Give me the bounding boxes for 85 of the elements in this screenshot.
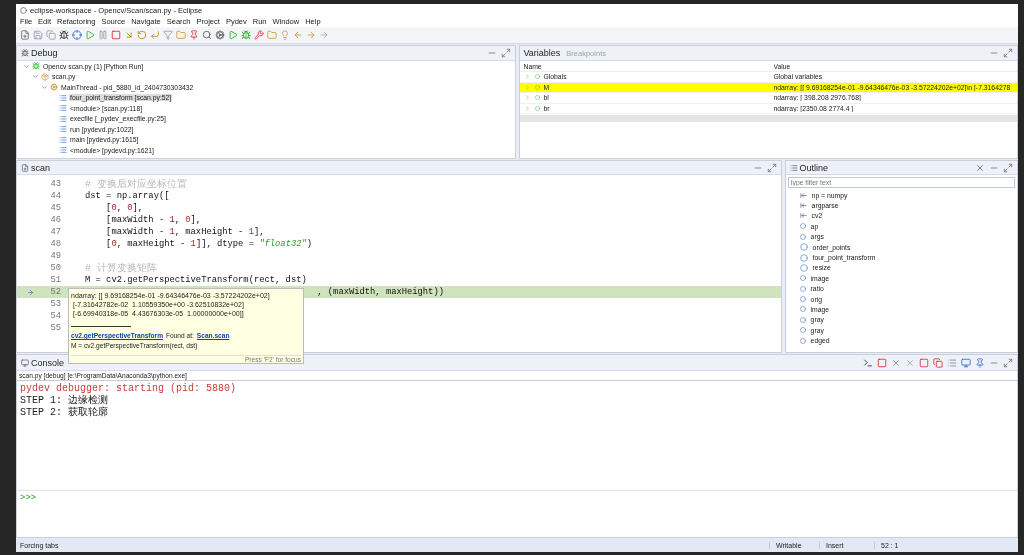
scrollbar[interactable]: [519, 115, 1017, 122]
list-icon: [59, 146, 67, 155]
forward-icon[interactable]: [319, 30, 329, 40]
debug-icon[interactable]: [241, 30, 251, 40]
copy-icon[interactable]: [933, 357, 943, 368]
bulb-icon[interactable]: [280, 30, 290, 40]
console-line: pydev debugger: starting (pid: 5880): [20, 383, 238, 395]
monitor-icon[interactable]: [961, 357, 971, 368]
dot-icon: [534, 74, 540, 80]
code-line: [maxWidth - 1, maxHeight - 1],: [105, 227, 265, 237]
line-number: 43: [49, 179, 61, 189]
line-number: 44: [49, 191, 61, 201]
search-icon[interactable]: [202, 30, 212, 40]
code-line: dst = np.array([: [85, 191, 170, 201]
console-prompt: >>>: [20, 493, 37, 503]
bug-icon: [32, 62, 40, 71]
close-icon[interactable]: [975, 162, 985, 173]
list-icon[interactable]: [947, 357, 957, 368]
bug-icon[interactable]: [59, 30, 69, 40]
maximize-icon[interactable]: [766, 162, 777, 173]
code-comment: # 计算变换矩阵: [85, 261, 157, 275]
terminal-icon[interactable]: [863, 357, 873, 368]
code-line: , (maxWidth, maxHeight)): [317, 287, 444, 297]
line-number: 46: [49, 215, 61, 225]
outline-icon: [789, 163, 798, 172]
line-number: 52: [49, 287, 61, 297]
outline-tab[interactable]: Outline: [789, 162, 829, 173]
file-icon: [21, 163, 29, 172]
folder-icon[interactable]: [267, 30, 277, 40]
dot-icon: [534, 95, 540, 101]
filter-icon[interactable]: [163, 30, 173, 40]
new-file-icon[interactable]: [20, 30, 30, 40]
play-icon[interactable]: [85, 30, 95, 40]
stop-icon[interactable]: [111, 30, 121, 40]
code-line: [0, 0],: [105, 203, 144, 213]
folder-icon[interactable]: [176, 30, 186, 40]
line-number: 50: [49, 263, 61, 273]
line-number: 49: [49, 251, 61, 261]
instruction-pointer-icon: [26, 288, 34, 296]
code-line: [maxWidth - 1, 0],: [105, 215, 202, 225]
pause-icon[interactable]: [98, 30, 108, 40]
step-return-icon[interactable]: [150, 30, 160, 40]
maximize-icon[interactable]: [1003, 162, 1013, 173]
package-icon: [41, 72, 49, 81]
dot-icon: [534, 105, 540, 111]
maximize-icon[interactable]: [500, 48, 511, 58]
back-icon[interactable]: [293, 30, 303, 40]
list-icon: [59, 93, 67, 102]
line-number: 47: [49, 227, 61, 237]
step-icon[interactable]: [124, 30, 134, 40]
run-icon[interactable]: [228, 30, 238, 40]
remove-icon[interactable]: [905, 357, 915, 368]
maximize-icon[interactable]: [1003, 48, 1013, 58]
editor-tab[interactable]: scan: [21, 162, 50, 173]
console-line: STEP 1: 边缘检测: [20, 395, 109, 406]
line-number: 51: [49, 275, 61, 285]
console-icon: [21, 358, 29, 367]
save-icon[interactable]: [33, 30, 43, 40]
line-number: 45: [49, 203, 61, 213]
bug-icon: [21, 49, 29, 57]
line-number: 53: [49, 299, 61, 309]
forward-icon[interactable]: [306, 30, 316, 40]
maximize-icon[interactable]: [1003, 357, 1013, 368]
pin-icon[interactable]: [189, 30, 199, 40]
pin-icon[interactable]: [975, 357, 985, 368]
settings-icon[interactable]: [215, 30, 225, 40]
panel-tab[interactable]: Variables: [523, 48, 561, 58]
line-number: 48: [49, 239, 61, 249]
debug-tab[interactable]: Debug: [21, 48, 58, 58]
stop-icon[interactable]: [877, 357, 887, 368]
remove-all-icon[interactable]: [919, 357, 929, 368]
import-icon: [799, 212, 807, 220]
code-line: [0, maxHeight - 1]], dtype = "float32"): [105, 239, 313, 249]
gear-icon: [50, 83, 58, 92]
import-icon: [799, 202, 807, 210]
import-icon: [799, 191, 807, 199]
return-icon[interactable]: [137, 30, 147, 40]
dot-icon: [534, 84, 540, 90]
close-icon[interactable]: [891, 357, 901, 368]
code-line: M = cv2.getPerspectiveTransform(rect, dst): [85, 275, 307, 285]
tool-icon[interactable]: [254, 30, 264, 40]
console-line: STEP 2: 获取轮廓: [20, 407, 109, 419]
line-number: 55: [49, 323, 61, 333]
console-tab[interactable]: Console: [21, 357, 65, 368]
line-number: 54: [49, 311, 61, 321]
